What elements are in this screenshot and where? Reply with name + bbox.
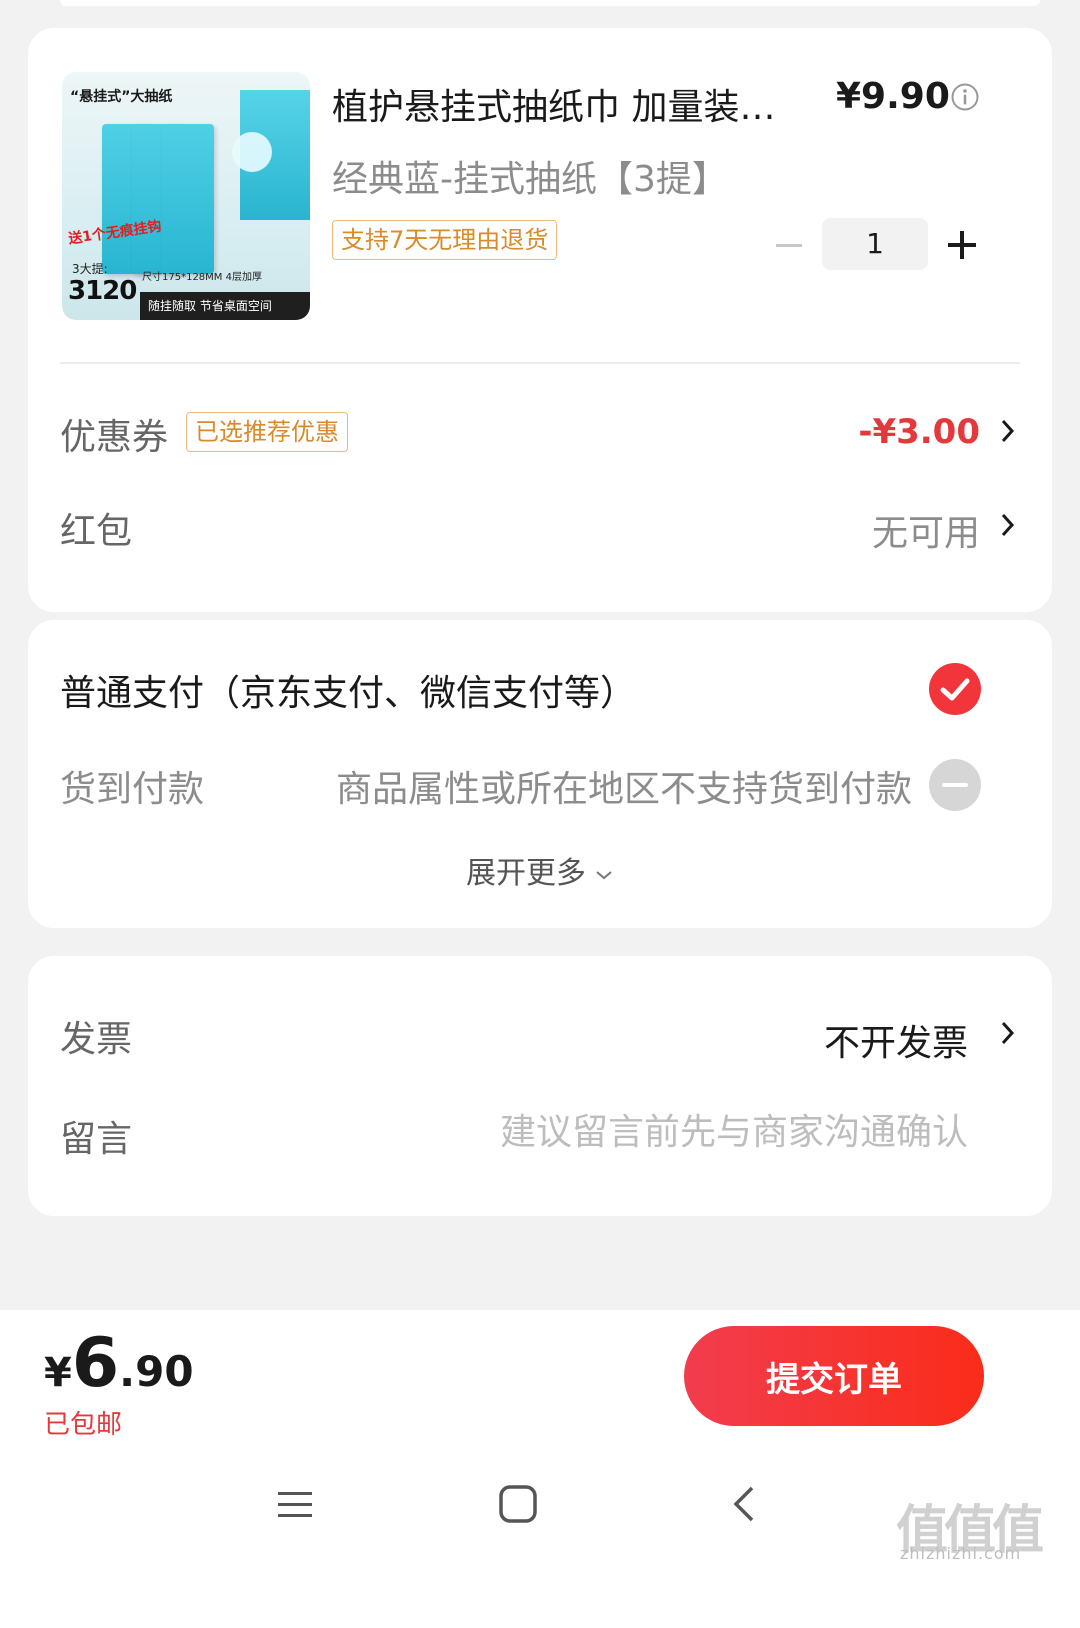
quantity-plus-button[interactable] bbox=[946, 228, 978, 262]
cod-unavailable-note: 商品属性或所在地区不支持货到付款 bbox=[335, 769, 912, 810]
product-price: ¥9.90 bbox=[836, 76, 950, 117]
checkout-bar: ¥6.90 已包邮 提交订单 值值值 zhizhizhi.com bbox=[0, 1310, 1080, 1628]
info-icon[interactable] bbox=[950, 82, 980, 112]
quantity-minus-button[interactable] bbox=[774, 228, 804, 264]
payment-option-normal[interactable]: 普通支付（京东支付、微信支付等） bbox=[60, 664, 636, 716]
product-title[interactable]: 植护悬挂式抽纸巾 加量装… bbox=[332, 78, 802, 130]
chevron-down-icon bbox=[596, 870, 612, 879]
back-icon[interactable] bbox=[730, 1484, 758, 1524]
invoice-label: 发票 bbox=[60, 1019, 133, 1060]
red-packet-label: 红包 bbox=[60, 511, 133, 552]
divider bbox=[60, 362, 1020, 364]
total-integer: 6 bbox=[71, 1324, 120, 1403]
home-icon[interactable] bbox=[498, 1484, 538, 1524]
coupon-value[interactable]: -¥3.00 bbox=[858, 412, 980, 452]
shipping-status: 已包邮 bbox=[44, 1410, 123, 1440]
chevron-right-icon[interactable] bbox=[1000, 418, 1016, 444]
brand-logo-icon bbox=[232, 132, 272, 172]
product-image[interactable]: “悬挂式”大抽纸 送1个无痕挂钩 3大提: 3120 尺寸175*128MM 4… bbox=[62, 72, 310, 320]
invoice-value[interactable]: 不开发票 bbox=[824, 1014, 968, 1066]
total-currency: ¥ bbox=[44, 1350, 72, 1396]
image-count: 3120 bbox=[68, 276, 137, 306]
message-label: 留言 bbox=[60, 1119, 133, 1160]
coupon-label: 优惠券 bbox=[60, 417, 169, 458]
watermark-site: zhizhizhi.com bbox=[900, 1544, 1022, 1563]
payment-option-cod: 货到付款 bbox=[60, 769, 205, 810]
expand-more-label: 展开更多 bbox=[466, 856, 586, 891]
total-price: ¥6.90 bbox=[44, 1324, 194, 1403]
image-bar: 随挂随取 节省桌面空间 bbox=[140, 292, 310, 320]
invoice-card: 发票 不开发票 留言 bbox=[28, 956, 1052, 1216]
image-title: “悬挂式”大抽纸 bbox=[70, 89, 173, 105]
product-variant[interactable]: 经典蓝-挂式抽纸【3提】 bbox=[332, 150, 728, 202]
quantity-input[interactable]: 1 bbox=[822, 218, 928, 270]
image-count-label: 3大提: bbox=[72, 262, 108, 276]
expand-more-button[interactable]: 展开更多 bbox=[28, 848, 1052, 892]
message-input[interactable] bbox=[368, 1112, 968, 1153]
product-card: “悬挂式”大抽纸 送1个无痕挂钩 3大提: 3120 尺寸175*128MM 4… bbox=[28, 28, 1052, 612]
previous-card-edge bbox=[60, 0, 1040, 6]
disabled-icon bbox=[929, 759, 981, 811]
total-decimal: .90 bbox=[119, 1347, 194, 1396]
coupon-badge: 已选推荐优惠 bbox=[186, 412, 348, 452]
tissue-pack bbox=[162, 124, 214, 274]
checkmark-icon[interactable] bbox=[928, 662, 982, 716]
return-policy-badge: 支持7天无理由退货 bbox=[332, 220, 558, 260]
chevron-right-icon[interactable] bbox=[1000, 1020, 1016, 1046]
red-packet-value[interactable]: 无可用 bbox=[872, 504, 980, 556]
chevron-right-icon[interactable] bbox=[1000, 512, 1016, 538]
submit-order-button[interactable]: 提交订单 bbox=[684, 1326, 984, 1426]
image-size: 尺寸175*128MM 4层加厚 bbox=[142, 272, 262, 283]
menu-icon[interactable] bbox=[276, 1486, 314, 1524]
payment-card: 普通支付（京东支付、微信支付等） 货到付款 商品属性或所在地区不支持货到付款 展… bbox=[28, 620, 1052, 928]
